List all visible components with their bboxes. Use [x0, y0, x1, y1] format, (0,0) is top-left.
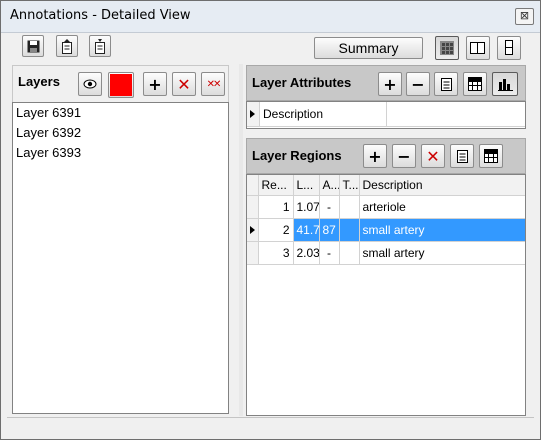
- attribute-name: Description: [259, 102, 387, 127]
- layer-attributes-grid: Description: [246, 101, 526, 129]
- bar-chart-icon: [497, 79, 513, 91]
- import-button[interactable]: [89, 35, 111, 57]
- export-button[interactable]: [56, 35, 78, 57]
- region-a: -: [319, 241, 340, 265]
- title-bar: Annotations - Detailed View ⊠: [1, 1, 540, 33]
- delete-icon: ✕: [426, 146, 440, 166]
- column-header-l[interactable]: L...: [293, 175, 320, 196]
- delete-region-button[interactable]: ✕: [421, 144, 445, 168]
- layer-color-fill: [110, 74, 132, 96]
- plus-icon: +: [383, 74, 397, 94]
- region-notes-button[interactable]: [450, 144, 474, 168]
- table-row[interactable]: 3 2.03 - small artery: [247, 241, 525, 265]
- add-attribute-button[interactable]: +: [378, 72, 402, 96]
- plus-icon: +: [368, 146, 382, 166]
- region-number: 2: [258, 218, 294, 242]
- region-description[interactable]: small artery: [359, 241, 525, 265]
- region-table-button[interactable]: [479, 144, 503, 168]
- annotations-window: Annotations - Detailed View ⊠ Summary La…: [0, 0, 541, 440]
- column-header-t[interactable]: T...: [339, 175, 360, 196]
- region-l: 2.03: [293, 241, 320, 265]
- region-a: 87: [319, 218, 340, 242]
- delete-all-layers-button[interactable]: ✕✕: [201, 72, 225, 96]
- layer-item[interactable]: Layer 6393: [13, 143, 228, 163]
- notes-icon: [440, 78, 452, 91]
- remove-attribute-button[interactable]: −: [406, 72, 430, 96]
- layer-attributes-title: Layer Attributes: [252, 75, 352, 90]
- eye-icon: [83, 79, 97, 89]
- split-horizontal-icon: [470, 42, 485, 54]
- column-header-re[interactable]: Re...: [258, 175, 294, 196]
- layer-regions-header: Layer Regions + − ✕: [246, 138, 526, 174]
- layer-color-swatch[interactable]: [108, 72, 134, 98]
- grid-view-button[interactable]: [435, 36, 459, 60]
- layers-header: Layers + ✕ ✕✕: [12, 65, 229, 103]
- table-icon: [484, 149, 498, 163]
- column-header-a[interactable]: A...: [319, 175, 340, 196]
- table-icon: [468, 77, 482, 91]
- status-bar: [7, 417, 534, 435]
- region-number: 1: [258, 195, 294, 219]
- row-selector[interactable]: [247, 241, 259, 265]
- region-t: [339, 218, 360, 242]
- column-header-description[interactable]: Description: [359, 175, 525, 196]
- delete-all-icon: ✕✕: [206, 78, 222, 90]
- import-document-icon: [95, 38, 105, 54]
- region-description[interactable]: arteriole: [359, 195, 525, 219]
- region-l: 1.07: [293, 195, 320, 219]
- minus-icon: −: [411, 74, 425, 94]
- attribute-value[interactable]: [386, 102, 525, 127]
- plus-icon: +: [148, 74, 162, 94]
- remove-region-button[interactable]: −: [392, 144, 416, 168]
- attribute-chart-button[interactable]: [492, 72, 518, 96]
- attribute-notes-button[interactable]: [434, 72, 458, 96]
- window-title: Annotations - Detailed View: [10, 8, 191, 23]
- grid-view-icon: [440, 41, 454, 55]
- layer-attributes-header: Layer Attributes + −: [246, 65, 526, 101]
- close-button[interactable]: ⊠: [515, 8, 534, 25]
- minus-icon: −: [397, 146, 411, 166]
- summary-button[interactable]: Summary: [314, 37, 423, 59]
- region-description[interactable]: small artery: [359, 218, 525, 242]
- table-row[interactable]: 1 1.07 - arteriole: [247, 195, 525, 219]
- split-vertical-button[interactable]: [497, 36, 521, 60]
- attribute-table-button[interactable]: [463, 72, 487, 96]
- layer-regions-title: Layer Regions: [252, 148, 342, 163]
- layer-item[interactable]: Layer 6392: [13, 123, 228, 143]
- row-header-corner: [247, 175, 259, 196]
- layers-title: Layers: [18, 74, 60, 89]
- add-region-button[interactable]: +: [363, 144, 387, 168]
- region-l: 41.7: [293, 218, 320, 242]
- current-row-arrow-icon: [250, 226, 255, 234]
- current-row-arrow-icon: [250, 110, 255, 118]
- save-button[interactable]: [22, 35, 44, 57]
- add-layer-button[interactable]: +: [143, 72, 167, 96]
- delete-layer-button[interactable]: ✕: [172, 72, 196, 96]
- notes-icon: [456, 150, 468, 163]
- split-vertical-icon: [505, 40, 513, 55]
- regions-header-row: Re... L... A... T... Description: [247, 175, 525, 196]
- table-row[interactable]: 2 41.7 87 small artery: [247, 218, 525, 242]
- region-t: [339, 195, 360, 219]
- delete-icon: ✕: [177, 74, 191, 94]
- split-horizontal-button[interactable]: [466, 36, 490, 60]
- row-selector[interactable]: [247, 102, 260, 127]
- region-t: [339, 241, 360, 265]
- layer-regions-grid: Re... L... A... T... Description 1 1.07 …: [246, 174, 526, 416]
- panel-splitter[interactable]: [239, 64, 243, 416]
- region-a: -: [319, 195, 340, 219]
- layers-list[interactable]: Layer 6391 Layer 6392 Layer 6393: [12, 102, 229, 414]
- region-number: 3: [258, 241, 294, 265]
- export-document-icon: [62, 38, 72, 54]
- row-selector[interactable]: [247, 218, 259, 242]
- visibility-toggle-button[interactable]: [78, 72, 102, 96]
- save-icon: [27, 40, 39, 52]
- row-selector[interactable]: [247, 195, 259, 219]
- attribute-row[interactable]: Description: [247, 102, 525, 127]
- layer-item[interactable]: Layer 6391: [13, 103, 228, 123]
